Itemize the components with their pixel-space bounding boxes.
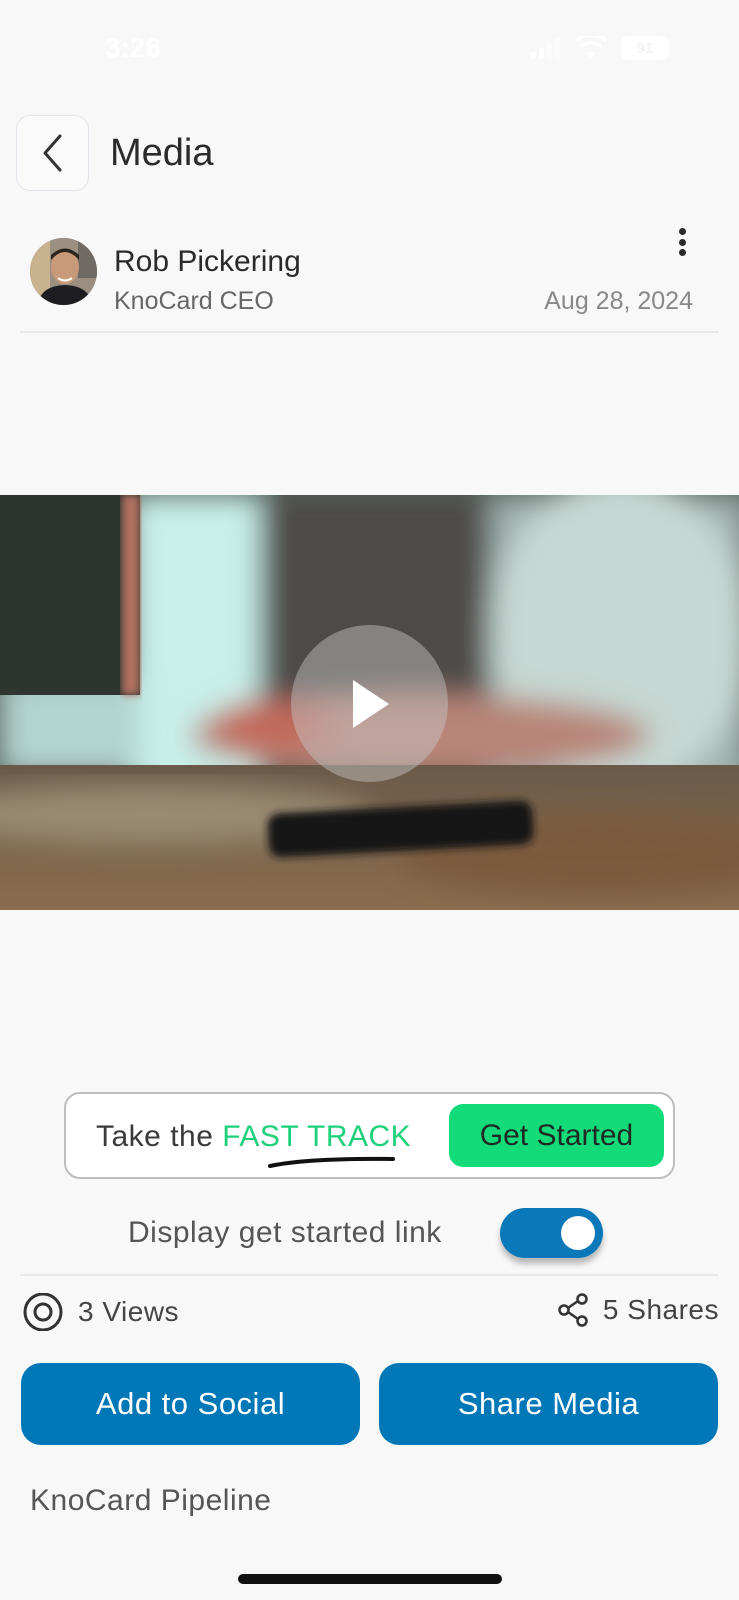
more-dot	[678, 249, 686, 256]
author-name: Rob Pickering	[114, 245, 301, 278]
views-stat: 3 Views	[22, 1293, 179, 1331]
get-started-button[interactable]: Get Started	[449, 1104, 664, 1167]
post-date: Aug 28, 2024	[544, 287, 693, 315]
share-icon	[558, 1293, 588, 1327]
share-media-button[interactable]: Share Media	[379, 1363, 718, 1445]
divider	[20, 331, 719, 333]
pipeline-label: KnoCard Pipeline	[30, 1484, 272, 1517]
cta-banner: Take the FAST TRACK Get Started	[64, 1092, 675, 1179]
add-to-social-button[interactable]: Add to Social	[21, 1363, 360, 1445]
cta-highlight: FAST TRACK	[222, 1120, 412, 1153]
cta-prefix: Take the	[96, 1120, 223, 1153]
status-time: 3:26	[105, 32, 162, 63]
chevron-left-icon	[43, 134, 61, 172]
divider	[20, 1274, 719, 1276]
shares-count: 5 Shares	[602, 1294, 719, 1325]
more-dot	[678, 238, 686, 246]
display-link-toggle[interactable]	[500, 1208, 603, 1258]
video-player[interactable]	[0, 495, 739, 910]
author-role: KnoCard CEO	[114, 287, 274, 315]
toggle-knob	[561, 1216, 595, 1250]
wifi-icon	[575, 36, 607, 58]
eye-icon	[23, 1293, 63, 1331]
views-count: 3 Views	[78, 1296, 180, 1327]
avatar-image	[30, 238, 97, 305]
back-button[interactable]	[16, 115, 89, 191]
shares-stat: 5 Shares	[557, 1293, 719, 1327]
play-icon	[352, 679, 389, 728]
signal-icon	[531, 38, 560, 59]
battery-level: 91	[636, 39, 654, 57]
screen: 3:26 91 Media Rob Pickering KnoCard CEO …	[0, 0, 739, 1600]
avatar[interactable]	[30, 238, 97, 305]
more-dot	[678, 228, 686, 235]
status-icons: 91	[531, 36, 669, 60]
status-bar: 3:26 91	[0, 0, 739, 100]
toggle-label: Display get started link	[128, 1216, 442, 1249]
more-options-button[interactable]	[668, 222, 696, 262]
page-title: Media	[110, 132, 214, 174]
cta-text: Take the FAST TRACK	[96, 1120, 411, 1154]
brush-underline-icon	[268, 1156, 395, 1168]
play-button[interactable]	[291, 625, 448, 782]
home-indicator[interactable]	[238, 1574, 502, 1584]
battery-icon: 91	[621, 36, 669, 60]
